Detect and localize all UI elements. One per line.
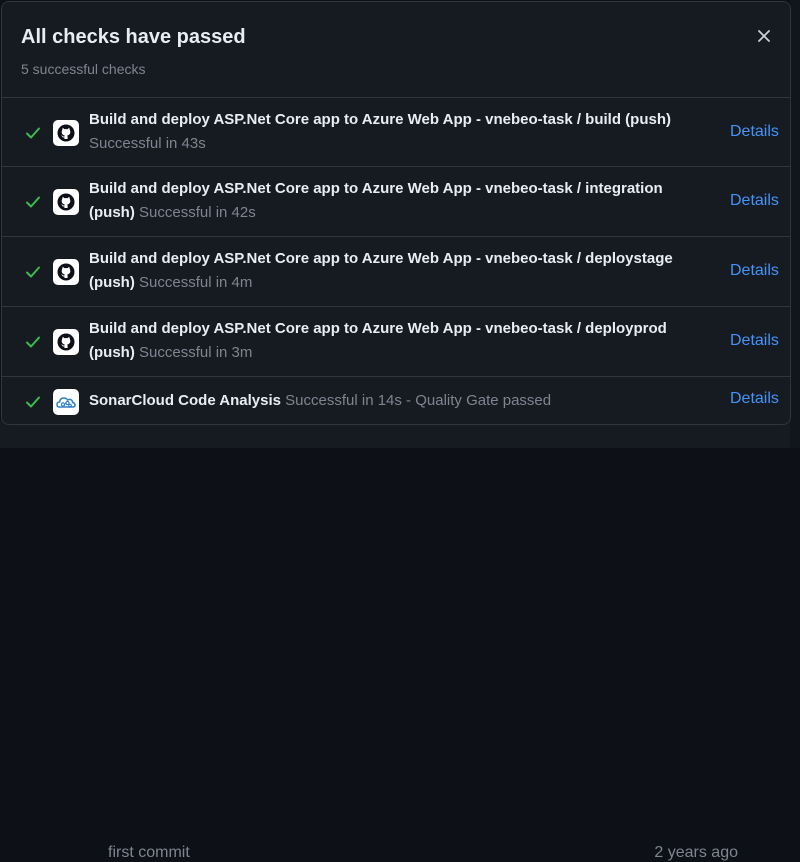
check-text: Build and deploy ASP.Net Core app to Azu… <box>89 177 709 225</box>
check-name: SonarCloud Code Analysis <box>89 392 281 409</box>
dialog-subtitle: 5 successful checks <box>21 61 146 77</box>
details-link[interactable]: Details <box>730 192 779 210</box>
close-icon <box>758 30 770 42</box>
check-row-sonarcloud: SonarCloud Code Analysis Successful in 1… <box>2 377 790 424</box>
close-button[interactable] <box>750 22 778 50</box>
details-link[interactable]: Details <box>730 390 779 408</box>
github-icon <box>53 120 79 146</box>
details-link[interactable]: Details <box>730 262 779 280</box>
check-status: Successful in 14s - Quality Gate passed <box>285 392 552 409</box>
check-row-deployprod: Build and deploy ASP.Net Core app to Azu… <box>2 307 790 377</box>
check-status: Successful in 43s <box>89 135 206 152</box>
check-status: Successful in 3m <box>139 344 253 361</box>
check-icon <box>26 396 40 408</box>
background-edge <box>790 0 800 448</box>
check-text: Build and deploy ASP.Net Core app to Azu… <box>89 317 709 365</box>
check-icon <box>26 266 40 278</box>
check-row-build: Build and deploy ASP.Net Core app to Azu… <box>2 98 790 167</box>
check-status: Successful in 4m <box>139 274 253 291</box>
dialog-header: All checks have passed 5 successful chec… <box>2 2 790 98</box>
check-text: Build and deploy ASP.Net Core app to Azu… <box>89 247 709 295</box>
details-link[interactable]: Details <box>730 123 779 141</box>
github-icon <box>53 259 79 285</box>
background-commit-message: first commit <box>108 844 190 861</box>
github-icon <box>53 329 79 355</box>
check-icon <box>26 196 40 208</box>
check-text: Build and deploy ASP.Net Core app to Azu… <box>89 108 709 156</box>
check-row-deploystage: Build and deploy ASP.Net Core app to Azu… <box>2 237 790 307</box>
check-status: Successful in 42s <box>139 204 256 221</box>
check-text: SonarCloud Code Analysis Successful in 1… <box>89 389 709 413</box>
dialog-title: All checks have passed <box>21 26 246 48</box>
github-icon <box>53 189 79 215</box>
details-link[interactable]: Details <box>730 332 779 350</box>
check-icon <box>26 127 40 139</box>
background-commit-time: 2 years ago <box>654 844 738 861</box>
check-row-integration: Build and deploy ASP.Net Core app to Azu… <box>2 167 790 237</box>
sonarcloud-icon <box>53 389 79 415</box>
check-icon <box>26 336 40 348</box>
check-name: Build and deploy ASP.Net Core app to Azu… <box>89 111 671 128</box>
checks-dialog: All checks have passed 5 successful chec… <box>1 1 791 425</box>
